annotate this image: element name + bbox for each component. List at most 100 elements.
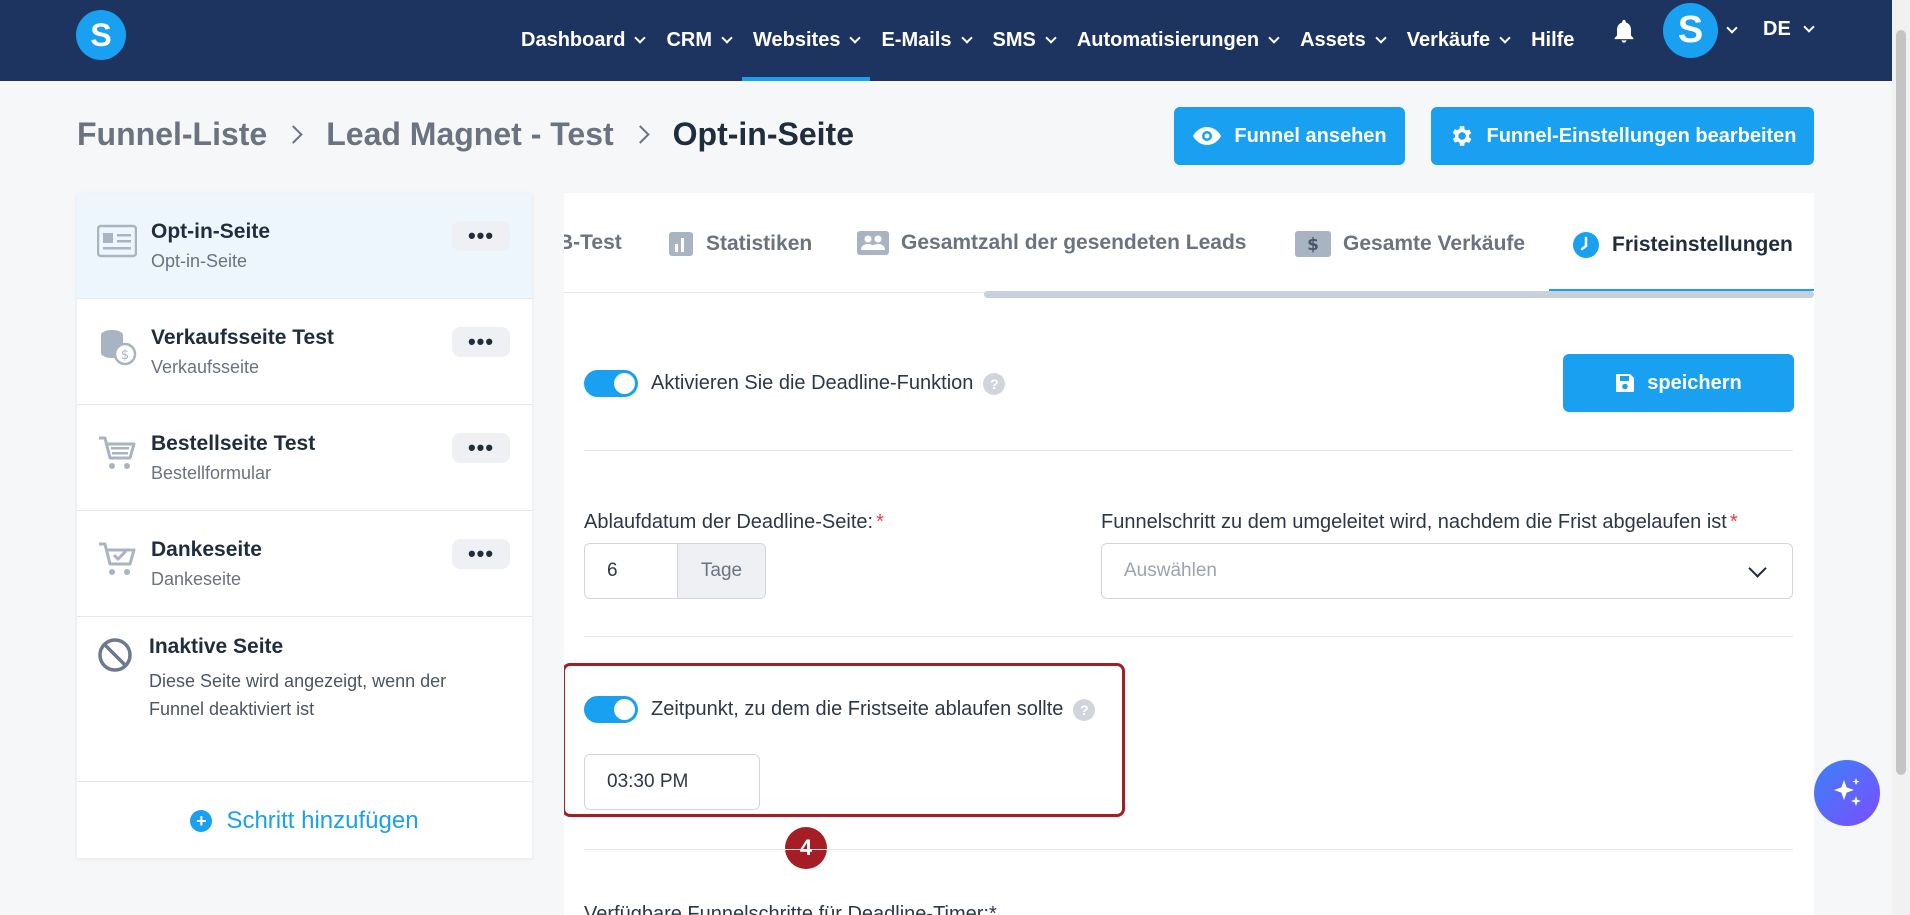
enable-deadline-toggle[interactable] — [584, 370, 638, 397]
breadcrumb-funnel-list[interactable]: Funnel-Liste — [77, 116, 267, 153]
bar-chart-icon — [668, 231, 694, 257]
annotation-step-badge: 4 — [785, 827, 827, 869]
step-inactive-page[interactable]: Inaktive Seite Diese Seite wird angezeig… — [77, 617, 532, 782]
enable-deadline-row: Aktivieren Sie die Deadline-Funktion ? — [651, 372, 1006, 395]
nav-label: Websites — [753, 29, 841, 51]
add-step-label: Schritt hinzufügen — [226, 806, 419, 834]
expiry-time-toggle[interactable] — [584, 696, 638, 723]
expiry-time-input[interactable]: 03:30 PM — [584, 754, 760, 810]
nav-item-sms[interactable]: SMS — [982, 0, 1066, 81]
nav-item-sales[interactable]: Verkäufe — [1396, 0, 1520, 81]
more-options-button[interactable]: ••• — [452, 539, 510, 569]
required-mark: * — [1729, 511, 1738, 533]
redirect-step-label: Funnelschritt zu dem umgeleitet wird, na… — [1101, 511, 1738, 534]
step-title: Dankeseite — [151, 538, 262, 561]
nav-item-websites[interactable]: Websites — [742, 0, 871, 81]
expiry-date-label: Ablaufdatum der Deadline-Seite: * — [584, 511, 884, 534]
help-icon[interactable]: ? — [983, 372, 1006, 395]
step-thankyou-page[interactable]: Dankeseite Dankeseite ••• — [77, 511, 532, 617]
expiry-time-row: Zeitpunkt, zu dem die Fristseite ablaufe… — [651, 698, 1096, 721]
more-options-button[interactable]: ••• — [452, 327, 510, 357]
expiry-days-input[interactable]: 6 — [585, 544, 677, 598]
chevron-down-icon — [849, 32, 862, 44]
top-navbar: S Dashboard CRM Websites E-Mails SMS Aut… — [0, 0, 1892, 81]
chevron-down-icon — [960, 32, 973, 44]
chevron-down-icon[interactable] — [1726, 22, 1738, 34]
user-avatar[interactable]: S — [1663, 3, 1718, 58]
tab-label: Gesamtzahl der gesendeten Leads — [901, 231, 1247, 254]
nav-item-emails[interactable]: E-Mails — [870, 0, 981, 81]
help-icon[interactable]: ? — [1073, 698, 1096, 721]
redirect-step-placeholder: Auswählen — [1124, 560, 1217, 581]
bell-icon[interactable] — [1610, 17, 1638, 45]
chevron-down-icon — [1803, 21, 1815, 33]
redirect-step-label-text: Funnelschritt zu dem umgeleitet wird, na… — [1101, 511, 1727, 533]
tab-ab-test[interactable]: B-Test — [564, 231, 622, 255]
tab-bar: B-Test Statistiken Gesamtzahl der gesend… — [564, 193, 1814, 293]
step-order-page[interactable]: Bestellseite Test Bestellformular ••• — [77, 405, 532, 511]
nav-label: Automatisierungen — [1076, 29, 1260, 51]
chevron-down-icon — [1499, 32, 1511, 44]
required-mark: * — [876, 511, 884, 533]
tab-deadline-settings[interactable]: Fristeinstellungen — [1572, 231, 1793, 259]
view-funnel-button[interactable]: Funnel ansehen — [1174, 107, 1405, 165]
expiry-date-label-text: Ablaufdatum der Deadline-Seite: — [584, 511, 874, 533]
nav-label: Hilfe — [1531, 29, 1575, 51]
step-subtitle: Opt-in-Seite — [151, 251, 248, 271]
add-step-button[interactable]: + Schritt hinzufügen — [77, 783, 532, 858]
breadcrumb: Funnel-Liste Lead Magnet - Test Opt-in-S… — [77, 116, 854, 153]
chevron-right-icon — [284, 125, 303, 144]
redirect-step-select[interactable]: Auswählen — [1101, 543, 1793, 599]
enable-deadline-label: Aktivieren Sie die Deadline-Funktion — [651, 372, 974, 394]
form-page-icon — [97, 224, 137, 258]
step-subtitle: Dankeseite — [151, 569, 242, 589]
funnel-steps-sidebar: Opt-in-Seite Opt-in-Seite ••• $ Verkaufs… — [77, 193, 532, 858]
step-title: Verkaufsseite Test — [151, 326, 334, 349]
expiry-time-label: Zeitpunkt, zu dem die Fristseite ablaufe… — [651, 698, 1064, 720]
save-button[interactable]: speichern — [1563, 354, 1794, 412]
svg-text:$: $ — [1307, 235, 1319, 255]
language-selector[interactable]: DE — [1763, 18, 1815, 41]
edit-funnel-settings-button[interactable]: Funnel-Einstellungen bearbeiten — [1431, 107, 1814, 165]
main-menu: Dashboard CRM Websites E-Mails SMS Autom… — [510, 0, 1585, 81]
chevron-down-icon — [1375, 32, 1387, 44]
step-subtitle: Bestellformular — [151, 463, 272, 483]
divider — [584, 849, 1793, 850]
nav-item-assets[interactable]: Assets — [1289, 0, 1396, 81]
tab-label: Gesamte Verkäufe — [1343, 232, 1526, 255]
nav-item-dashboard[interactable]: Dashboard — [510, 0, 655, 81]
ban-icon — [98, 638, 132, 672]
more-options-button[interactable]: ••• — [452, 433, 510, 463]
plus-circle-icon: + — [190, 809, 213, 832]
step-sales-page[interactable]: $ Verkaufsseite Test Verkaufsseite ••• — [77, 299, 532, 405]
clock-icon — [1572, 231, 1600, 259]
divider — [584, 450, 1793, 451]
tab-scrollbar[interactable] — [984, 291, 1814, 298]
view-funnel-label: Funnel ansehen — [1234, 124, 1387, 147]
tab-total-leads[interactable]: Gesamtzahl der gesendeten Leads — [857, 231, 1246, 255]
save-label: speichern — [1647, 371, 1742, 394]
inactive-page-description: Diese Seite wird angezeigt, wenn der Fun… — [149, 671, 447, 719]
step-title: Opt-in-Seite — [151, 220, 270, 243]
expiry-days-field: 6 Tage — [584, 543, 766, 599]
page-scrollbar-thumb[interactable] — [1896, 30, 1906, 775]
shopping-cart-icon — [99, 436, 136, 469]
more-options-button[interactable]: ••• — [452, 221, 510, 251]
step-optin[interactable]: Opt-in-Seite Opt-in-Seite ••• — [77, 193, 532, 299]
nav-label: Assets — [1300, 29, 1366, 51]
divider — [584, 636, 1793, 637]
nav-item-crm[interactable]: CRM — [655, 0, 742, 81]
nav-item-automations[interactable]: Automatisierungen — [1066, 0, 1289, 81]
language-label: DE — [1763, 18, 1791, 40]
logo[interactable]: S — [76, 10, 126, 60]
page-title: Opt-in-Seite — [672, 116, 854, 152]
coins-icon: $ — [101, 330, 137, 366]
tab-statistics[interactable]: Statistiken — [668, 231, 812, 257]
nav-item-help[interactable]: Hilfe — [1520, 0, 1585, 81]
tab-label: Fristeinstellungen — [1612, 233, 1793, 256]
breadcrumb-funnel[interactable]: Lead Magnet - Test — [326, 116, 613, 153]
ai-assistant-button[interactable] — [1814, 760, 1880, 826]
cart-check-icon — [99, 542, 136, 575]
inactive-page-title: Inaktive Seite — [149, 635, 284, 658]
tab-total-sales[interactable]: $ Gesamte Verkäufe — [1295, 231, 1525, 257]
